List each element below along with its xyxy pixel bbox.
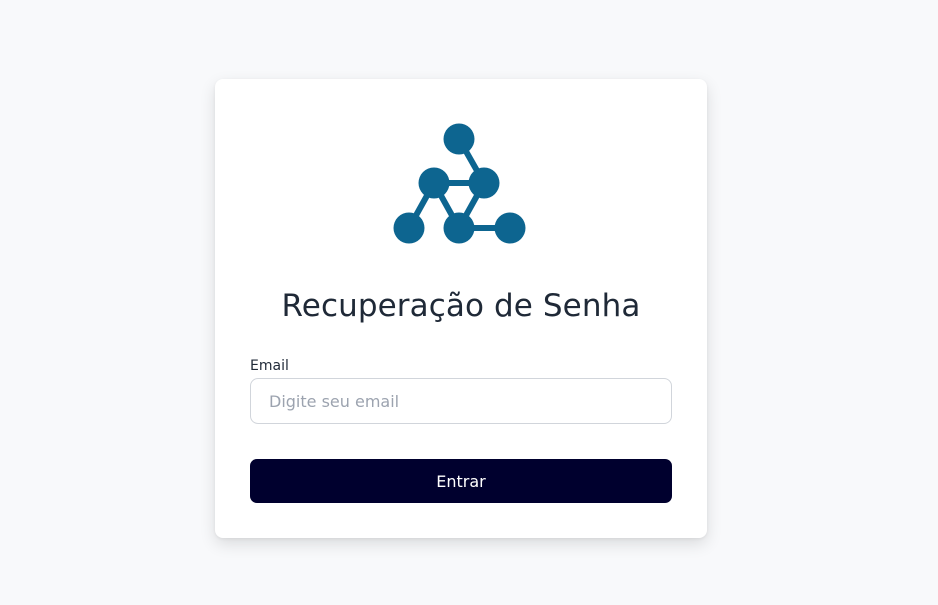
email-field[interactable] bbox=[250, 378, 672, 424]
email-label: Email bbox=[250, 358, 289, 374]
password-recovery-card: Recuperação de Senha Email Entrar bbox=[215, 79, 707, 538]
molecule-network-icon bbox=[393, 123, 526, 244]
page-title: Recuperação de Senha bbox=[281, 288, 641, 324]
submit-button[interactable]: Entrar bbox=[250, 459, 672, 503]
